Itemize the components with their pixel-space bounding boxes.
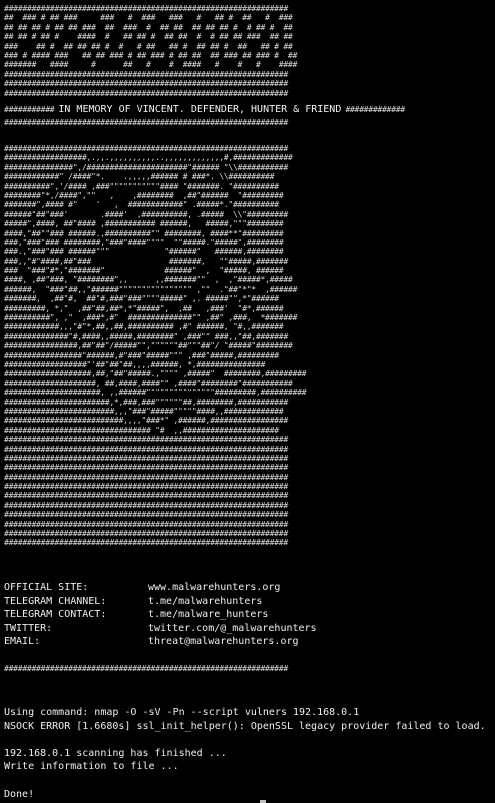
write-line: Write information to file ... [4,761,179,773]
info-value: t.me/malware_hunters [148,609,269,621]
banner-row: ## ## # ## # #### # ## ## # ## ## # # ##… [4,32,293,42]
info-row-email: EMAIL: threat@malwarehunters.org [4,635,317,649]
art-row: #################"######,#"###"#####""" … [4,350,279,360]
contact-info-table: OFFICIAL SITE: www.malwarehunters.org TE… [4,581,317,649]
console-log: Using command: nmap -O -sV -Pn --script … [4,706,486,801]
command-line: Using command: nmap -O -sV -Pn --script … [4,707,360,718]
info-row-telegram-contact: TELEGRAM CONTACT: t.me/malware_hunters [4,608,317,622]
terminal-output: ########################################… [4,4,491,803]
art-row: ######, "###"##,,"######""""""""""""""""… [4,284,298,294]
art-row: ########################################… [4,453,288,463]
banner-row: ####### #### # ## # # #### # # # #### [4,60,298,70]
art-row: ########################################… [4,435,288,445]
separator-line: ########################################… [4,664,432,673]
art-row: #####",####, ##"#### ,########### ######… [4,219,284,229]
info-label: EMAIL: [4,636,41,648]
info-row-twitter: TWITTER: twitter.com/@_malwarehunters [4,622,317,636]
art-row: ###.,"###"### ######""" "######" ######,… [4,247,284,257]
art-row: ############,,,"#"*,##,,##,########## ,#… [4,322,284,332]
banner-row: ### # #### ### ## ## ### # ## ### # ## #… [4,50,298,60]
art-row: #######################,*,###,###""""""#… [4,397,288,407]
info-value: threat@malwarehunters.org [148,636,299,648]
art-row: #######",#### #" ' , ############" .####… [4,200,279,210]
art-row: ######"##"###' .####' ,##########, .####… [4,209,288,219]
art-row: #########, *," ,##"##,##*,*"#####", ,## … [4,303,284,313]
art-row: ##############"#,####,,#####,########" ,… [4,331,288,341]
art-row: ########################################… [4,463,288,473]
art-row: ############" /####"*. .,,,,,###### # ##… [4,172,275,182]
banner-bottom-row: ########################################… [4,118,288,127]
art-row: ########################################… [4,500,288,510]
banner-row: ########################################… [4,69,288,79]
art-row: ###############",/######################… [4,162,288,172]
art-row: ########################################… [4,491,288,501]
art-row: ####,"##""### ######.,##########"" #####… [4,228,284,238]
art-row: ####, ,##"###, "########",, ,,#######"" … [4,275,293,285]
banner-row: ########################################… [4,88,288,98]
info-label: OFFICIAL SITE: [4,582,89,593]
art-row: ########################################… [4,538,288,548]
info-label: TWITTER: [4,622,53,634]
done-line: Done! [4,788,35,800]
ascii-banner-logo: ########################################… [4,4,432,98]
art-row: ########################################… [4,144,288,153]
banner-row: ### ## # ## ## ## # # # ## ## # ## ## # … [4,41,293,51]
art-row: ################,##"##"/#####"",""""""##… [4,341,293,351]
banner-row: ## ### # ## ### ### # ### ### # ## # ## … [4,13,293,23]
info-value: twitter.com/@_malwarehunters [148,622,317,634]
art-row: ########################################… [4,482,288,492]
art-row: ##################,.,,.,,,,,,,,,,..,,,,,… [4,153,293,163]
info-label: TELEGRAM CHANNEL: [4,595,107,607]
art-row: ##########",'/#### ,###"""""""""""#### "… [4,181,279,191]
info-row-telegram-channel: TELEGRAM CHANNEL: t.me/malwarehunters [4,595,317,609]
art-row: #######, ,##"#, ##"#,###"###""""#####" ,… [4,294,279,304]
info-value: www.malwarehunters.org [148,582,281,593]
separator-row: ########################################… [4,664,288,673]
art-row: #####################, ,,######"""""""""… [4,388,307,398]
art-row: ########################################… [4,529,288,539]
error-line: NSOCK ERROR [1.6680s] ssl_init_helper():… [4,720,486,732]
info-row-official-site: OFFICIAL SITE: www.malwarehunters.org [4,581,317,595]
art-row: ########################################… [4,519,288,529]
art-row: ####################, ##,####,####"" ,##… [4,378,293,388]
art-row: ########################################… [4,472,288,482]
art-row: ##########################,,,,"###*" ,##… [4,416,288,426]
art-row: ##################"'##"##"##,,,,######, … [4,359,266,369]
art-row: ###,,"#"####,##"### #######, ""#####,###… [4,256,288,266]
finished-line: 192.168.0.1 scanning has finished ... [4,747,227,759]
art-row: ################################ "# ,,##… [4,425,279,435]
ascii-art-portrait: ########################################… [4,144,432,548]
art-row: ##########", ," ,###*,#" ##############"… [4,313,298,323]
art-row: ########################################… [4,510,288,520]
memorial-banner-line: ########### IN MEMORY OF VINCENT. DEFENDE… [4,104,405,115]
info-label: TELEGRAM CONTACT: [4,609,107,621]
banner-row: ## ## ## # ## ## ### ## ### # ## ## ## #… [4,22,293,32]
info-value: t.me/malwarehunters [148,595,263,607]
art-row: ### "###"#*,"#######" ######" , "#####, … [4,266,284,276]
art-row: ###,"###"### ########,"###"####"""" ""##… [4,237,284,247]
art-row: ###################,##,"##"#####.,"""" ,… [4,369,307,379]
banner-row: ########################################… [4,4,288,13]
memorial-text: IN MEMORY OF VINCENT. DEFENDER, HUNTER &… [58,104,342,115]
banner-row: ########################################… [4,79,288,89]
art-row: ########"*,/####","" , ,######## ,##"###… [4,190,284,200]
art-row: ########################,,,"###"#####"""… [4,406,284,416]
art-row: ########################################… [4,444,288,454]
